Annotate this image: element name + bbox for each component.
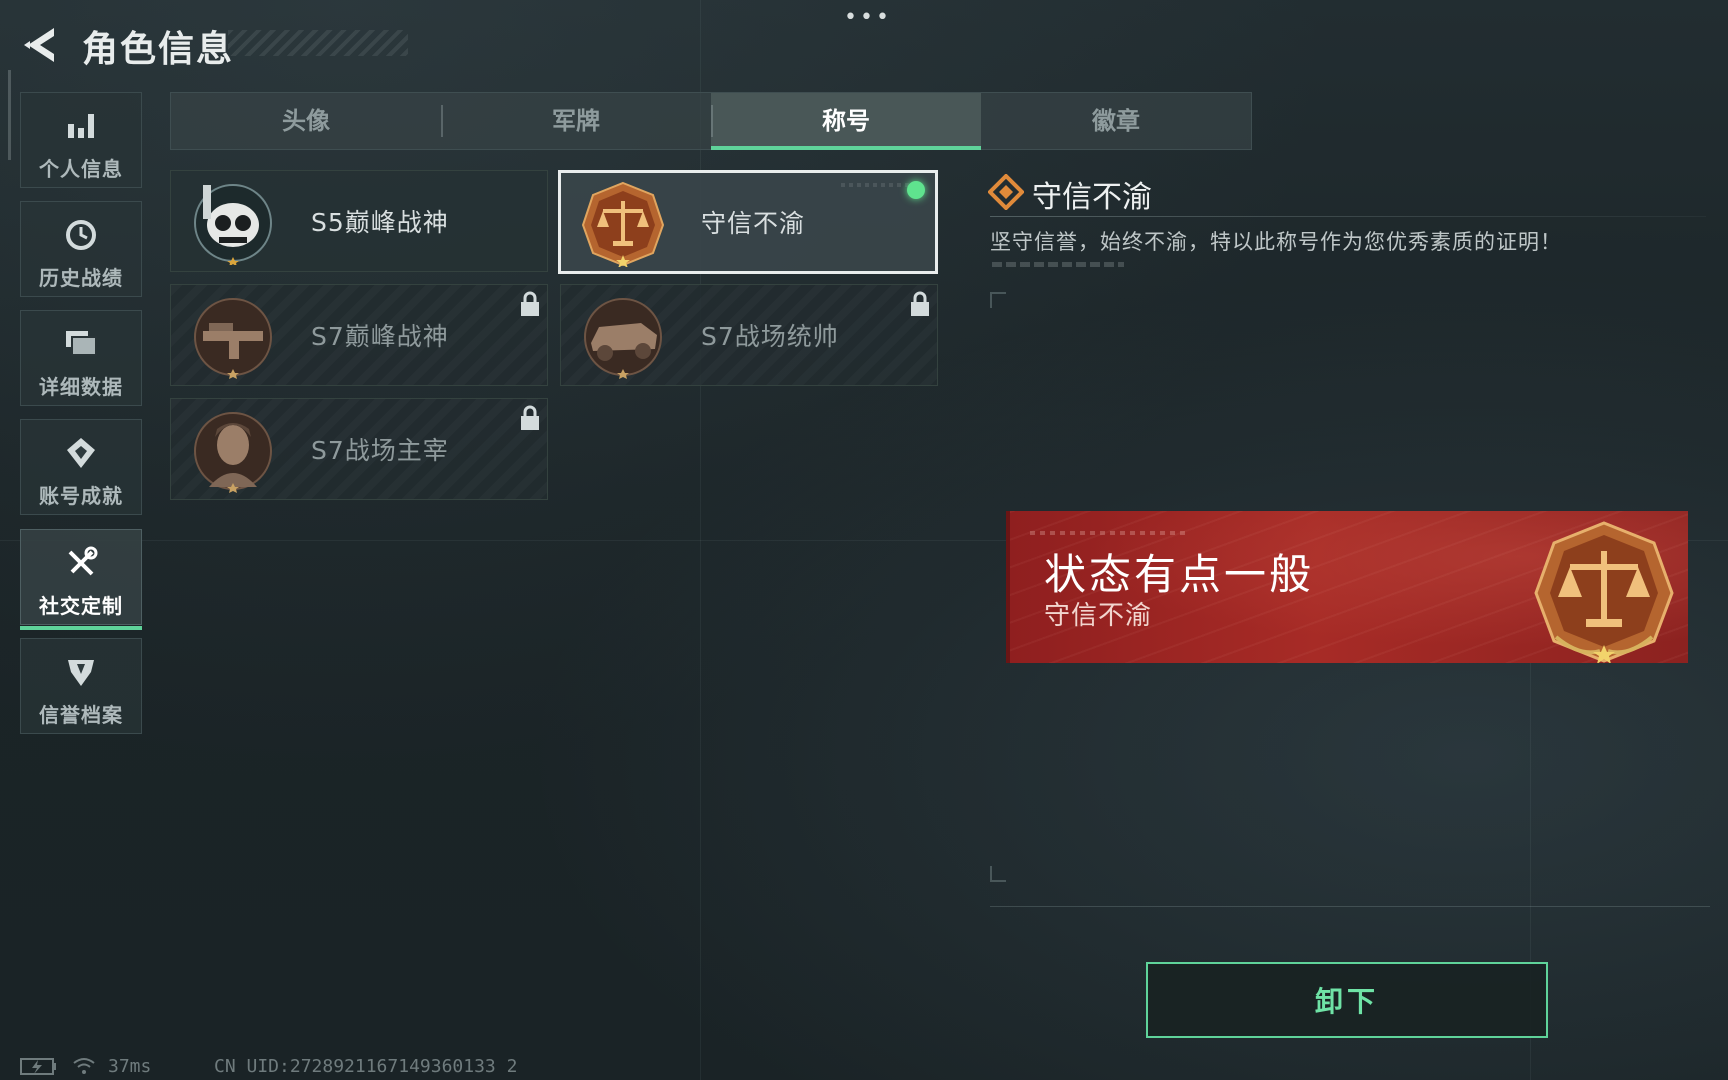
history-clock-icon: [21, 218, 141, 252]
divider: [990, 216, 1706, 217]
title-card-s7-commander[interactable]: S7战场统帅: [560, 284, 938, 386]
wifi-icon: [72, 1056, 96, 1080]
scales-emblem: [1534, 521, 1674, 663]
medal-icon: [21, 436, 141, 470]
detail-description: 坚守信誉，始终不渝，特以此称号作为您优秀素质的证明！: [990, 230, 1562, 254]
nav-item-achievements[interactable]: 账号成就: [20, 419, 142, 515]
nav-item-credit-file[interactable]: 信誉档案: [20, 638, 142, 734]
soldier-portrait-emblem: [194, 412, 272, 493]
nav-label: 社交定制: [39, 594, 123, 618]
nav-item-profile[interactable]: 个人信息: [20, 92, 142, 188]
more-dots-icon[interactable]: •••: [844, 7, 889, 29]
stacked-folders-icon: [21, 327, 141, 361]
tab-badge[interactable]: 徽章: [981, 93, 1251, 149]
frame-corner: [990, 292, 1006, 308]
rifle-emblem: [194, 298, 272, 379]
equipped-indicator: [907, 181, 925, 199]
shield-icon: [21, 655, 141, 689]
uid-readout: CN UID:2728921167149360133 2: [214, 1056, 518, 1077]
title-label: S5巅峰战神: [311, 208, 449, 237]
detail-decoration: [992, 262, 1124, 267]
nav-item-details[interactable]: 详细数据: [20, 310, 142, 406]
title-card-s7-dominator[interactable]: S7战场主宰: [170, 398, 548, 500]
page-title: 角色信息: [82, 29, 235, 70]
back-button[interactable]: [20, 24, 60, 66]
nav-label: 信誉档案: [39, 703, 123, 727]
lock-icon: [521, 405, 539, 430]
title-preview-banner: 状态有点一般 守信不渝: [1006, 511, 1688, 663]
divider: [990, 906, 1710, 907]
scales-emblem: [581, 181, 665, 267]
preview-status: 状态有点一般: [1044, 550, 1315, 599]
title-card-s7-peak[interactable]: S7巅峰战神: [170, 284, 548, 386]
vehicle-emblem: [584, 298, 662, 379]
diamond-ornament-icon: [988, 174, 1024, 210]
nav-scroll-rail: [8, 70, 11, 160]
title-card-keep-faith[interactable]: 守信不渝: [558, 170, 938, 274]
nav-label: 详细数据: [39, 375, 123, 399]
ping-readout: 37ms: [108, 1056, 152, 1077]
detail-title: 守信不渝: [1032, 180, 1152, 215]
lock-icon: [911, 291, 929, 316]
frame-corner: [990, 866, 1006, 882]
preview-title: 守信不渝: [1044, 601, 1153, 631]
lock-icon: [521, 291, 539, 316]
tools-icon: [21, 546, 141, 580]
nav-item-history[interactable]: 历史战绩: [20, 201, 142, 297]
tab-title[interactable]: 称号: [711, 93, 981, 150]
tab-bar: 头像 军牌 称号 徽章: [170, 92, 1252, 150]
nav-label: 个人信息: [39, 157, 123, 181]
title-card-s5-peak[interactable]: S5巅峰战神: [170, 170, 548, 272]
nav-item-social-custom[interactable]: 社交定制: [20, 529, 142, 630]
bg-grid-line: [700, 0, 701, 1080]
nav-label: 账号成就: [39, 484, 123, 508]
title-decoration: [228, 30, 408, 56]
diver-skull-emblem: [194, 184, 272, 265]
banner-decoration: [1030, 531, 1190, 535]
bar-chart-icon: [21, 109, 141, 143]
chevron-left-icon: [24, 28, 54, 62]
title-label: 守信不渝: [701, 209, 806, 238]
title-label: S7巅峰战神: [311, 322, 449, 351]
game-screen: 角色信息 ••• 个人信息 历史战绩 详细数据 账号成就 社交定制 信誉档案 头…: [0, 0, 1728, 1080]
tab-avatar[interactable]: 头像: [171, 93, 441, 149]
title-label: S7战场统帅: [701, 322, 839, 351]
nav-label: 历史战绩: [39, 266, 123, 290]
unequip-button[interactable]: 卸下: [1146, 962, 1548, 1038]
title-label: S7战场主宰: [311, 436, 449, 465]
tab-dog-tag[interactable]: 军牌: [441, 93, 711, 149]
battery-charging-icon: [20, 1056, 58, 1080]
